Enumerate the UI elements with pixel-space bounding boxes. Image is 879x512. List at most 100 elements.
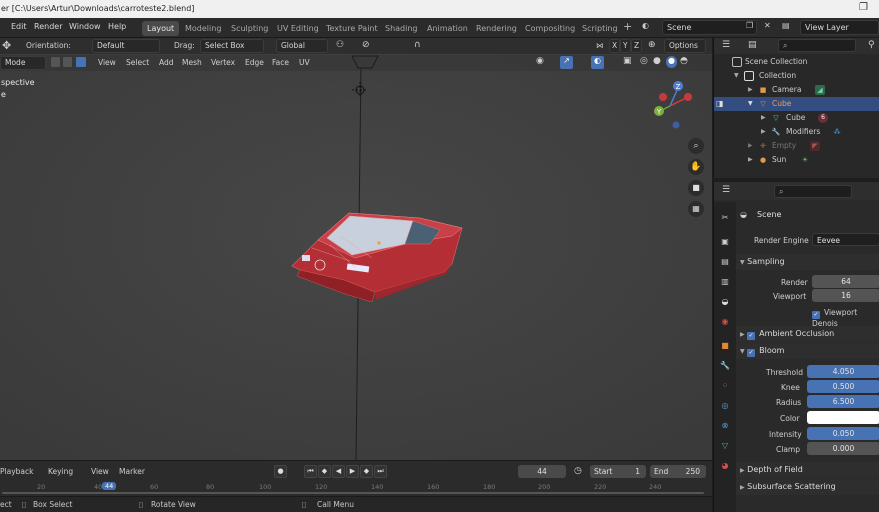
grid-view-icon[interactable]: ▦ [688,201,704,217]
scene-tab-icon[interactable]: ◒ [719,296,731,308]
object-tab-icon[interactable]: ■ [719,340,731,352]
expand-arrow-icon[interactable]: ▶ [748,139,753,153]
menu-add[interactable]: Add [159,58,174,67]
viewport-canvas[interactable] [0,38,712,460]
mode-dropdown[interactable]: Mode [0,56,46,70]
render-tab-icon[interactable]: ▣ [719,236,731,248]
shading-material-icon[interactable]: ● [666,56,677,68]
menu-window[interactable]: Window [69,22,101,31]
section-depth-of-field[interactable]: ▶ Depth of Field [736,462,879,478]
tool-tab-icon[interactable]: ✂ [719,212,731,224]
menu-view[interactable]: View [98,58,116,67]
playback-menu[interactable]: Playback [0,467,33,476]
outliner-row-sun[interactable]: ▶ ● Sun ☀ [714,153,879,167]
outliner-row-scene-collection[interactable]: Scene Collection [714,55,879,69]
axis-x-toggle[interactable]: X [609,39,620,53]
new-scene-icon[interactable]: ❐ [746,21,753,30]
restore-window-icon[interactable]: ❐ [859,2,871,14]
tab-texture-paint[interactable]: Texture Paint [321,21,383,36]
clock-icon[interactable]: ◷ [574,466,582,476]
camera-data-icon[interactable]: ◢ [815,85,825,95]
shading-wireframe-icon[interactable]: ◎ [640,56,648,66]
play-reverse-icon[interactable]: ◀ [332,465,345,478]
orientation-dropdown[interactable]: Default [92,39,160,53]
constraints-tab-icon[interactable]: ⊗ [719,420,731,432]
outliner-row-modifiers[interactable]: ▶ 🔧 Modifiers ⁂ [714,125,879,139]
sun-data-icon[interactable]: ☀ [800,155,810,165]
menu-face[interactable]: Face [272,58,289,67]
pivot-icon[interactable]: ⚇ [336,40,344,50]
record-icon[interactable]: ● [274,465,287,478]
3d-viewport[interactable]: spective e Z Y ⌕ ✋ ■ ▦ [0,38,712,460]
threshold-field[interactable]: 4.050 [807,365,879,378]
pan-hand-icon[interactable]: ✋ [688,159,704,175]
next-keyframe-icon[interactable]: ◆ [360,465,373,478]
current-frame-field[interactable]: 44 [518,465,566,478]
intensity-field[interactable]: 0.050 [807,427,879,440]
outliner-row-collection[interactable]: ▼ Collection [714,69,879,83]
tab-layout[interactable]: Layout [142,21,180,36]
edge-select-icon[interactable] [63,57,72,67]
viewport-denoise-checkbox[interactable]: ✓ Viewport Denois [812,308,879,328]
section-sampling[interactable]: ▼ Sampling [736,254,879,270]
modifier-tab-icon[interactable]: 🔧 [719,360,731,372]
empty-data-icon[interactable]: ◤ [810,141,820,151]
outliner-search-input[interactable]: ⌕ [778,39,856,52]
scene-icon[interactable]: ◐ [642,21,649,30]
gizmo-toggle-icon[interactable]: ↗ [560,56,573,69]
menu-edge[interactable]: Edge [245,58,264,67]
expand-arrow-icon[interactable]: ▼ [734,69,739,83]
menu-mesh[interactable]: Mesh [182,58,202,67]
menu-help[interactable]: Help [108,22,126,31]
menu-select[interactable]: Select [126,58,149,67]
render-engine-dropdown[interactable]: Eevee [812,233,879,246]
axis-y-toggle[interactable]: Y [620,39,631,53]
expand-arrow-icon[interactable]: ▶ [748,83,753,97]
editor-type-icon[interactable]: ☰ [722,40,730,50]
outliner-row-cube-mesh[interactable]: ▶ ▽ Cube 6 [714,111,879,125]
menu-vertex[interactable]: Vertex [211,58,235,67]
drag-dropdown[interactable]: Select Box [200,39,264,53]
expand-arrow-icon[interactable]: ▶ [748,153,753,167]
zoom-icon[interactable]: ⌕ [688,138,704,154]
display-mode-icon[interactable]: ▤ [748,40,757,50]
navigation-gizmo[interactable]: Z Y [648,78,698,134]
delete-scene-icon[interactable]: ✕ [764,21,771,30]
expand-arrow-icon[interactable]: ▶ [761,125,766,139]
jump-start-icon[interactable]: ⏮ [304,465,317,478]
shading-rendered-icon[interactable]: ◓ [680,56,688,66]
filter-icon[interactable]: ⚲ [868,40,875,50]
tab-shading[interactable]: Shading [380,21,423,36]
move-tool-icon[interactable]: ✥ [2,39,11,52]
jump-end-icon[interactable]: ⏭ [374,465,387,478]
bloom-color-swatch[interactable] [807,411,879,424]
output-tab-icon[interactable]: ▤ [719,256,731,268]
playhead-frame[interactable]: 44 [102,482,117,490]
tab-modeling[interactable]: Modeling [180,21,226,36]
menu-render[interactable]: Render [34,22,62,31]
vertex-select-icon[interactable] [51,57,60,67]
tab-scripting[interactable]: Scripting [577,21,623,36]
start-frame-field[interactable]: Start 1 [590,465,646,478]
expand-arrow-icon[interactable]: ▶ [761,111,766,125]
edit-mode-icon[interactable]: ◨ [716,97,724,111]
overlays-toggle-icon[interactable]: ◐ [591,56,604,69]
mirror-icon[interactable]: ⋈ [596,41,604,50]
mesh-symmetry-icon[interactable]: ⊕ [648,40,656,50]
material-icon[interactable]: 6 [818,113,828,123]
tab-compositing[interactable]: Compositing [520,21,580,36]
axis-z-toggle[interactable]: Z [631,39,642,53]
view-layer-tab-icon[interactable]: ▥ [719,276,731,288]
clamp-field[interactable]: 0.000 [807,442,879,455]
keying-menu[interactable]: Keying [48,467,73,476]
tab-sculpting[interactable]: Sculpting [226,21,273,36]
outliner-row-camera[interactable]: ▶ ■ Camera ◢ [714,83,879,97]
timeline-scrollbar[interactable] [2,492,704,494]
prev-keyframe-icon[interactable]: ◆ [318,465,331,478]
render-samples-field[interactable]: 64 [812,275,879,288]
camera-view-icon[interactable]: ■ [688,180,704,196]
radius-field[interactable]: 6.500 [807,395,879,408]
section-ambient-occlusion[interactable]: ▶ ✓ Ambient Occlusion [736,326,879,342]
snap-icon[interactable]: ⊘ [362,40,370,50]
face-select-icon[interactable] [76,57,86,67]
